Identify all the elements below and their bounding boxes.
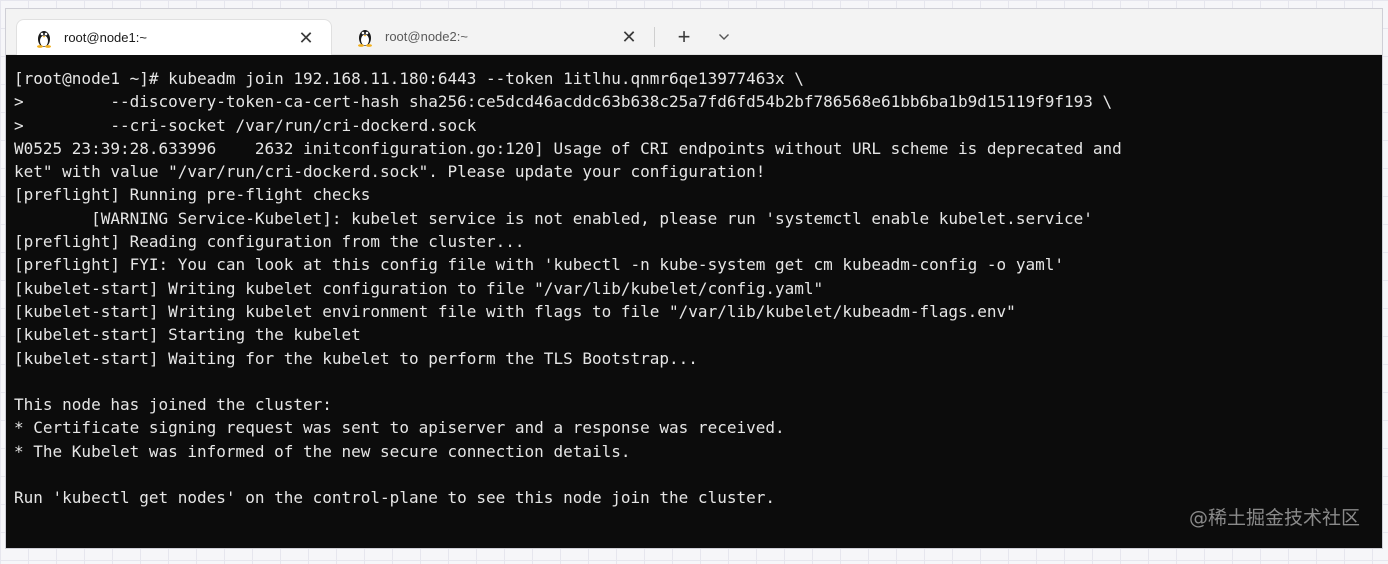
terminal-line: ket" with value "/var/run/cri-dockerd.so… (14, 162, 766, 182)
linux-tux-icon (356, 27, 374, 47)
terminal-line: [preflight] Reading configuration from t… (14, 232, 525, 252)
terminal-lines: [root@node1 ~]# kubeadm join 192.168.11.… (14, 67, 1122, 510)
terminal-line: * Certificate signing request was sent t… (14, 418, 785, 438)
terminal-line: > --discovery-token-ca-cert-hash sha256:… (14, 92, 1113, 112)
terminal-line: > --cri-socket /var/run/cri-dockerd.sock (14, 115, 477, 135)
terminal-line: [kubelet-start] Waiting for the kubelet … (14, 348, 698, 368)
tab-node2[interactable]: root@node2:~ ✕ (338, 19, 654, 55)
terminal-line: W0525 23:39:28.633996 2632 initconfigura… (14, 138, 1122, 158)
tab-title: root@node2:~ (385, 29, 468, 44)
terminal-line: [WARNING Service-Kubelet]: kubelet servi… (14, 208, 1093, 228)
terminal-line: * The Kubelet was informed of the new se… (14, 441, 631, 461)
close-icon[interactable]: ✕ (620, 28, 638, 46)
watermark: @稀土掘金技术社区 (1188, 507, 1360, 529)
terminal-line: [preflight] FYI: You can look at this co… (14, 255, 1064, 275)
terminal-window: root@node1:~ ✕ root@node2:~ ✕ + [root@no… (5, 8, 1383, 549)
terminal-line: [preflight] Running pre-flight checks (14, 185, 371, 205)
tab-divider (654, 27, 655, 47)
close-icon[interactable]: ✕ (297, 29, 315, 47)
terminal-line: This node has joined the cluster: (14, 395, 332, 415)
terminal-line: [kubelet-start] Writing kubelet configur… (14, 278, 824, 298)
terminal-line: [kubelet-start] Writing kubelet environm… (14, 301, 1016, 321)
tab-node1[interactable]: root@node1:~ ✕ (16, 19, 332, 55)
new-tab-button[interactable]: + (670, 23, 698, 51)
terminal-line: [root@node1 ~]# kubeadm join 192.168.11.… (14, 69, 804, 88)
tab-title: root@node1:~ (64, 30, 147, 45)
tab-bar: root@node1:~ ✕ root@node2:~ ✕ + (6, 9, 1382, 55)
linux-tux-icon (35, 28, 53, 48)
chevron-down-icon[interactable] (712, 25, 736, 49)
terminal-output[interactable]: [root@node1 ~]# kubeadm join 192.168.11.… (6, 55, 1382, 548)
terminal-line: Run 'kubectl get nodes' on the control-p… (14, 488, 775, 508)
terminal-line: [kubelet-start] Starting the kubelet (14, 325, 361, 345)
